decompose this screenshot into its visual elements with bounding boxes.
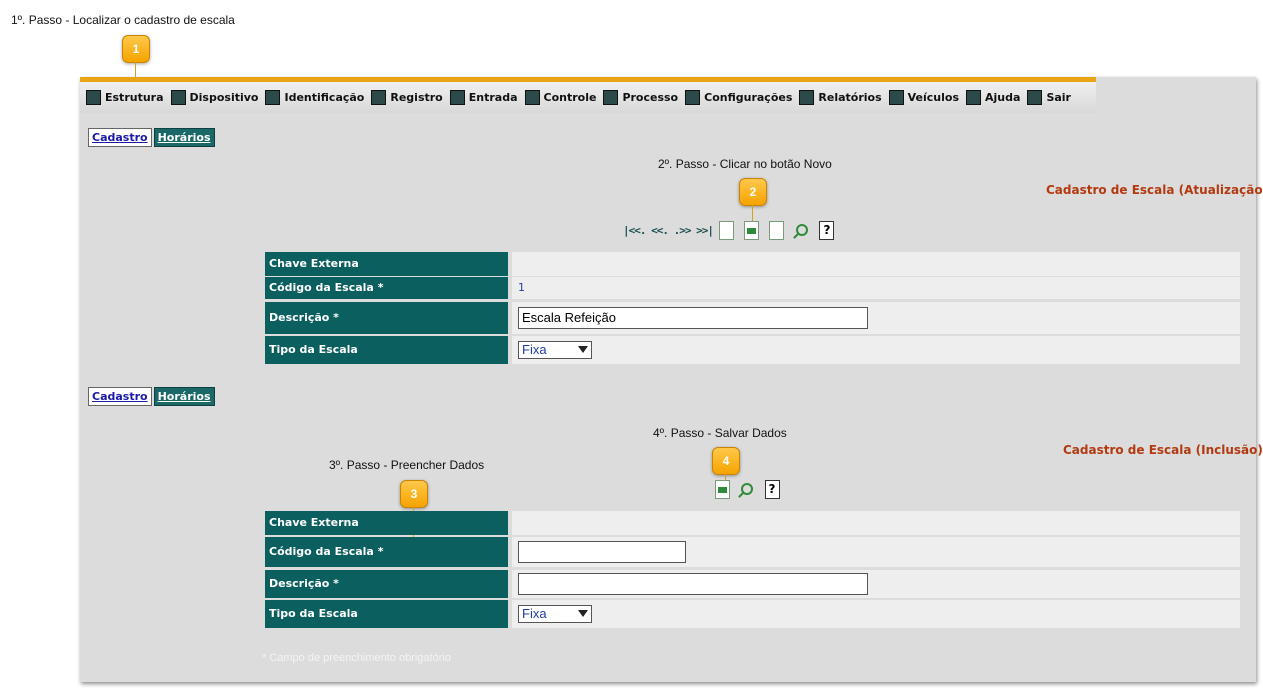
tab-horarios[interactable]: Horários bbox=[153, 128, 215, 147]
menu-sair[interactable]: Sair bbox=[1027, 90, 1071, 105]
menu-processo[interactable]: Processo bbox=[603, 90, 678, 105]
menu-registro[interactable]: Registro bbox=[371, 90, 443, 105]
reports-icon bbox=[799, 90, 815, 105]
menu-ajuda[interactable]: Ajuda bbox=[966, 90, 1020, 105]
step3-caption: 3º. Passo - Preencher Dados bbox=[329, 458, 485, 472]
menu-configuracoes[interactable]: Configurações bbox=[685, 90, 792, 105]
record-navigation[interactable]: |<<. <<. .>> >>| bbox=[623, 224, 714, 237]
help-button[interactable]: ? bbox=[817, 219, 837, 241]
search-button-2[interactable] bbox=[737, 478, 757, 500]
value-chave-externa bbox=[512, 252, 1240, 276]
save-document-icon bbox=[714, 479, 730, 499]
exit-icon bbox=[1027, 90, 1043, 105]
chevron-down-icon bbox=[578, 610, 588, 617]
tab-cadastro[interactable]: Cadastro bbox=[88, 128, 152, 147]
value-tipo-escala-2: Fixa bbox=[512, 600, 1240, 628]
tab-cadastro-2[interactable]: Cadastro bbox=[88, 387, 152, 406]
value-chave-externa-2 bbox=[512, 511, 1240, 535]
label-codigo-escala: Código da Escala * bbox=[265, 277, 510, 299]
undo-document-icon bbox=[769, 220, 785, 240]
value-codigo-escala: 1 bbox=[512, 277, 1240, 299]
tipo-escala-select[interactable]: Fixa bbox=[518, 341, 592, 359]
main-menubar: Estrutura Dispositivo Identificação Regi… bbox=[80, 77, 1096, 113]
menu-controle[interactable]: Controle bbox=[524, 90, 596, 105]
help-button-2[interactable]: ? bbox=[762, 478, 782, 500]
label-codigo-escala-2: Código da Escala * bbox=[265, 537, 510, 567]
form1-title: Cadastro de Escala (Atualização) bbox=[1046, 183, 1263, 197]
toolbar-form2: ? bbox=[712, 478, 787, 500]
menu-relatorios[interactable]: Relatórios bbox=[799, 90, 882, 105]
menu-estrutura[interactable]: Estrutura bbox=[86, 90, 164, 105]
save-document-icon bbox=[744, 220, 760, 240]
search-icon bbox=[795, 224, 808, 236]
help-icon bbox=[966, 90, 982, 105]
save-record-button[interactable] bbox=[742, 219, 762, 241]
app-panel: Estrutura Dispositivo Identificação Regi… bbox=[80, 77, 1263, 682]
tipo-escala-selected: Fixa bbox=[522, 342, 547, 357]
step1-caption: 1º. Passo - Localizar o cadastro de esca… bbox=[11, 13, 235, 27]
value-descricao-2 bbox=[512, 570, 1240, 598]
form2-title: Cadastro de Escala (Inclusão) bbox=[1063, 443, 1263, 457]
help-doc-icon: ? bbox=[819, 220, 835, 240]
tabs-top: Cadastro Horários bbox=[88, 128, 215, 147]
help-doc-icon: ? bbox=[764, 479, 780, 499]
process-icon bbox=[603, 90, 619, 105]
callout-4: 4 bbox=[712, 447, 740, 475]
label-chave-externa-2: Chave Externa bbox=[265, 511, 510, 535]
codigo-escala-input[interactable] bbox=[518, 541, 686, 563]
label-descricao-2: Descrição * bbox=[265, 570, 510, 598]
menu-veiculos[interactable]: Veículos bbox=[888, 90, 959, 105]
settings-icon bbox=[685, 90, 701, 105]
label-tipo-escala-2: Tipo da Escala bbox=[265, 600, 510, 628]
control-icon bbox=[524, 90, 540, 105]
identification-icon bbox=[265, 90, 281, 105]
save-new-button[interactable] bbox=[712, 478, 732, 500]
value-descricao: Escala Refeição bbox=[512, 302, 1240, 334]
callout-1: 1 bbox=[122, 35, 150, 63]
tab-horarios-2[interactable]: Horários bbox=[153, 387, 215, 406]
search-icon bbox=[741, 483, 753, 495]
undo-record-button[interactable] bbox=[767, 219, 787, 241]
callout-2: 2 bbox=[739, 178, 767, 206]
step2-caption: 2º. Passo - Clicar no botão Novo bbox=[658, 157, 832, 171]
toolbar-form1: |<<. <<. .>> >>| ? bbox=[623, 219, 842, 241]
device-icon bbox=[170, 90, 186, 105]
label-chave-externa: Chave Externa bbox=[265, 252, 510, 276]
descricao-input-2[interactable] bbox=[518, 573, 868, 595]
menu-dispositivo[interactable]: Dispositivo bbox=[170, 90, 258, 105]
new-record-button[interactable] bbox=[717, 219, 737, 241]
search-button[interactable] bbox=[792, 219, 812, 241]
tabs-bottom: Cadastro Horários bbox=[88, 387, 215, 406]
menu-entrada[interactable]: Entrada bbox=[449, 90, 518, 105]
tipo-escala-select-2[interactable]: Fixa bbox=[518, 605, 592, 623]
structure-icon bbox=[86, 90, 101, 105]
descricao-input[interactable]: Escala Refeição bbox=[518, 307, 868, 329]
new-document-icon bbox=[719, 220, 735, 240]
entry-icon bbox=[449, 90, 465, 105]
step4-caption: 4º. Passo - Salvar Dados bbox=[653, 426, 787, 440]
vehicles-icon bbox=[888, 90, 904, 105]
required-field-note: * Campo de preenchimento obrigatório bbox=[262, 652, 451, 664]
callout-3: 3 bbox=[400, 480, 428, 508]
registry-icon bbox=[371, 90, 387, 105]
menu-identificacao[interactable]: Identificação bbox=[265, 90, 364, 105]
value-codigo-escala-2 bbox=[512, 537, 1240, 567]
label-descricao: Descrição * bbox=[265, 302, 510, 334]
label-tipo-escala: Tipo da Escala bbox=[265, 336, 510, 364]
chevron-down-icon bbox=[578, 346, 588, 353]
tipo-escala-selected-2: Fixa bbox=[522, 606, 547, 621]
value-tipo-escala: Fixa bbox=[512, 336, 1240, 364]
